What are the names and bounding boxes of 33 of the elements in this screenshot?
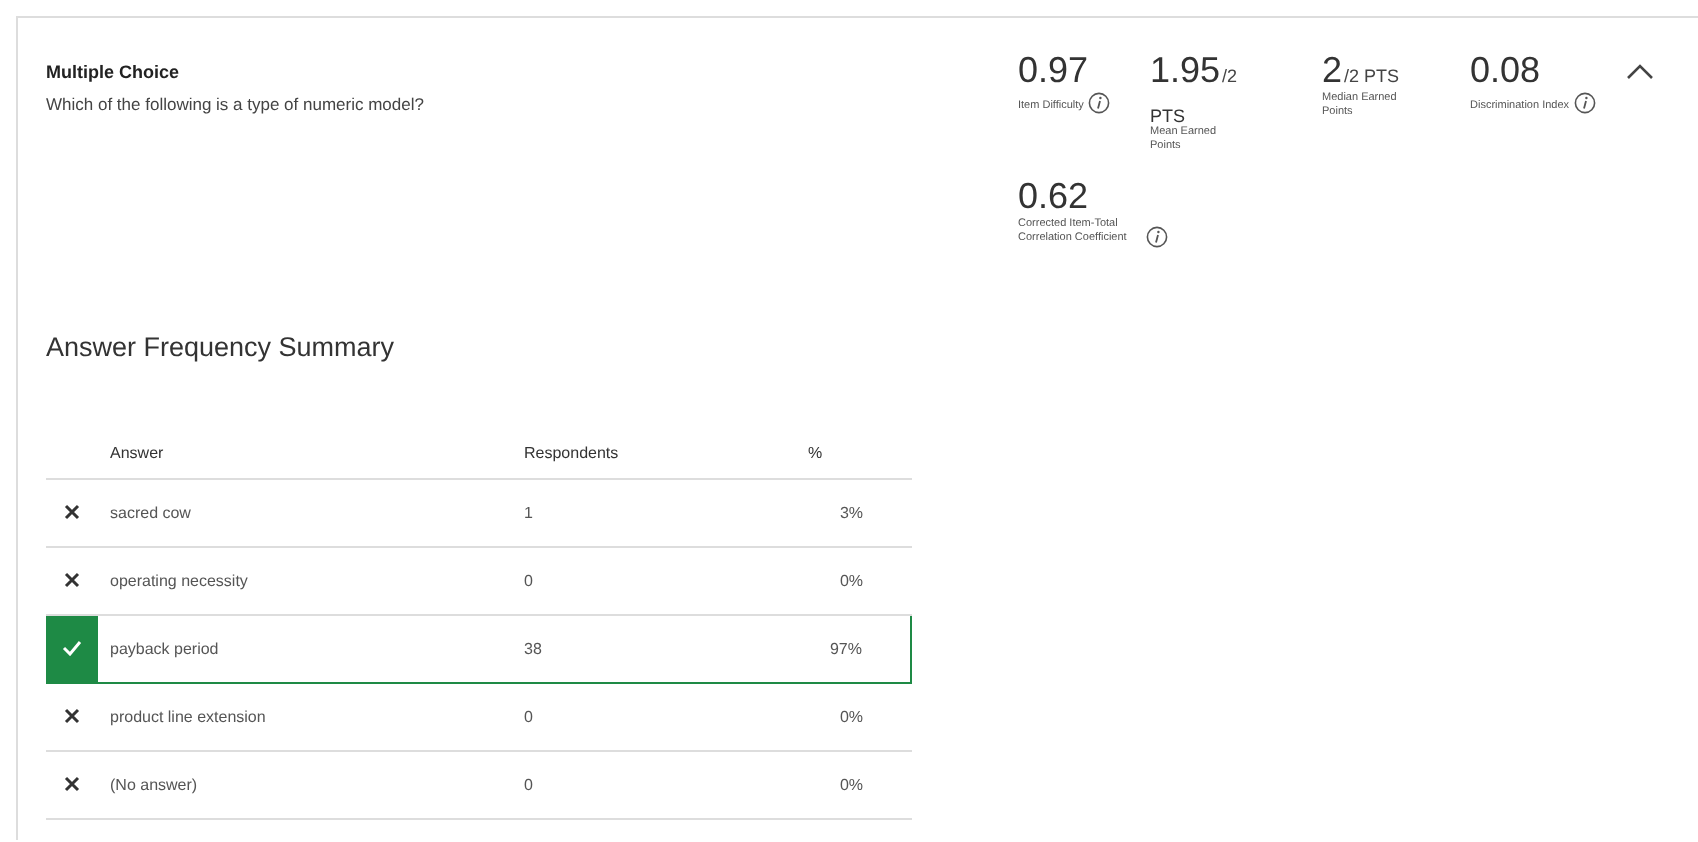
stat-value: 1.95	[1150, 50, 1221, 92]
stat-suffix: /2	[1222, 66, 1238, 86]
question-type: Multiple Choice	[46, 62, 182, 82]
answer-cell: (No answer)	[98, 750, 522, 819]
percent-cell: 0%	[806, 750, 911, 819]
respondents-cell: 0	[522, 546, 806, 615]
respondents-cell: 0	[522, 750, 806, 819]
stat-value: 0.08	[1470, 50, 1541, 92]
info-icon[interactable]	[1087, 92, 1110, 114]
percent-cell: 97%	[806, 614, 911, 683]
respondents-cell: 38	[522, 614, 806, 683]
section-title: Answer Frequency Summary	[46, 331, 397, 362]
answer-cell: operating necessity	[98, 546, 522, 615]
stat-unit: PTS	[1150, 106, 1188, 126]
percent-cell: 0%	[806, 682, 911, 751]
stat-value: 2	[1322, 50, 1343, 92]
stat-value: 0.97	[1018, 50, 1089, 92]
answer-cell: sacred cow	[98, 478, 522, 547]
stat-suffix: /2 PTS	[1344, 66, 1400, 86]
column-header: Respondents	[522, 429, 806, 479]
caret-icon[interactable]	[1626, 62, 1654, 80]
stat-value: 0.62	[1018, 175, 1089, 218]
column-header: Answer	[98, 429, 522, 479]
question-text: Which of the following is a type of numeric model?	[46, 94, 426, 114]
answer-cell: payback period	[98, 614, 522, 683]
answer-cell: product line extension	[98, 682, 522, 751]
column-header: %	[806, 429, 911, 479]
info-icon[interactable]	[1573, 92, 1596, 114]
respondents-cell: 1	[522, 478, 806, 547]
respondents-cell: 0	[522, 682, 806, 751]
percent-cell: 0%	[806, 546, 911, 615]
info-icon[interactable]	[1146, 225, 1168, 248]
percent-cell: 3%	[806, 478, 911, 547]
